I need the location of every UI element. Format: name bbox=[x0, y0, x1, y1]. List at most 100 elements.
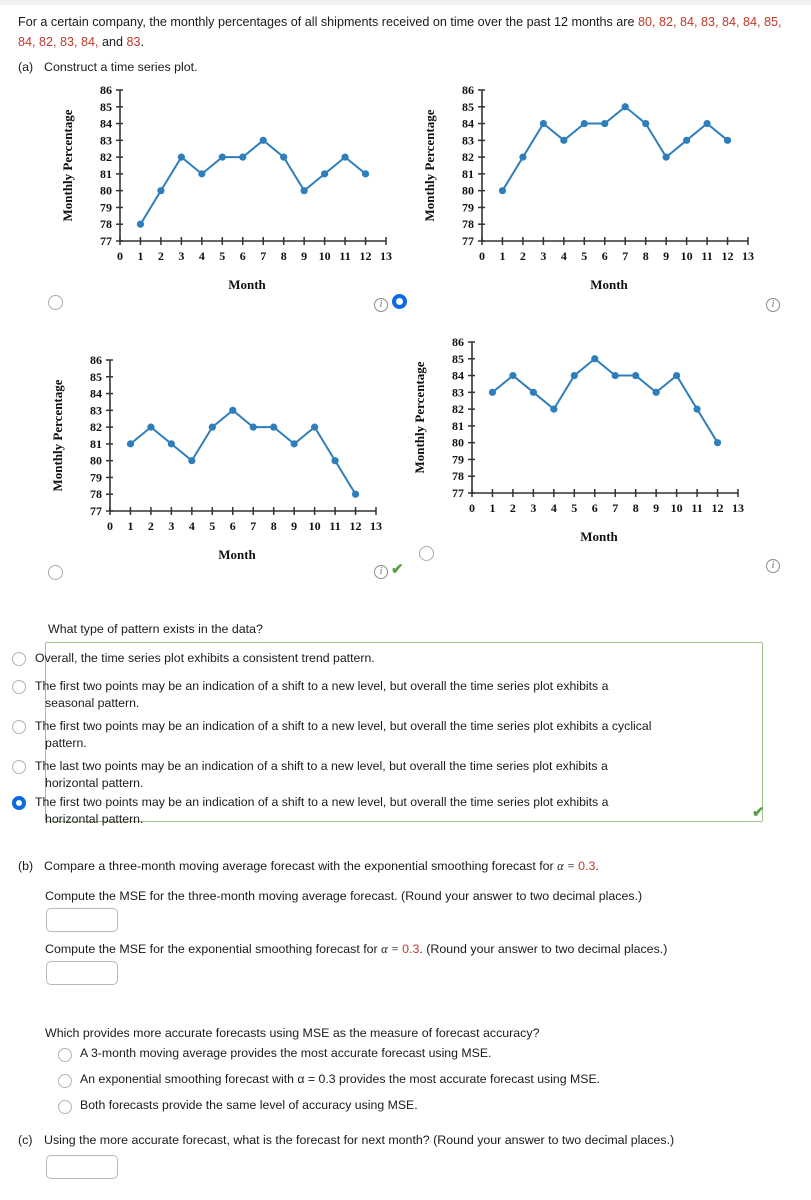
svg-text:83: 83 bbox=[462, 133, 474, 147]
svg-text:85: 85 bbox=[90, 370, 102, 384]
next-month-forecast-input[interactable] bbox=[46, 1155, 118, 1179]
chart-c-radio[interactable] bbox=[48, 565, 63, 580]
svg-text:12: 12 bbox=[712, 501, 724, 515]
pattern-option-2-label-cont: seasonal pattern. bbox=[45, 695, 140, 710]
mse-moving-average-prompt: Compute the MSE for the three-month movi… bbox=[45, 889, 643, 903]
svg-text:11: 11 bbox=[701, 249, 712, 263]
part-c-label: (c) bbox=[18, 1133, 33, 1147]
svg-text:79: 79 bbox=[452, 452, 464, 466]
mse-es-text-2: . (Round your answer to two decimal plac… bbox=[419, 942, 668, 956]
svg-text:86: 86 bbox=[100, 83, 112, 97]
pattern-option-5[interactable]: The first two points may be an indicatio… bbox=[12, 794, 702, 827]
svg-text:9: 9 bbox=[663, 249, 669, 263]
svg-text:78: 78 bbox=[100, 217, 112, 231]
svg-text:9: 9 bbox=[291, 519, 297, 533]
pattern-option-1[interactable]: Overall, the time series plot exhibits a… bbox=[12, 650, 702, 667]
pattern-option-3[interactable]: The first two points may be an indicatio… bbox=[12, 718, 702, 751]
svg-text:77: 77 bbox=[462, 234, 474, 248]
problem-stem: For a certain company, the monthly perce… bbox=[18, 13, 796, 52]
svg-text:77: 77 bbox=[452, 486, 464, 500]
chart-c-info-icon[interactable]: i bbox=[374, 565, 388, 579]
chart-a[interactable]: 86 85 84 83 82 81 80 79 78 77 0 1 2 3 4 5 6 7 8 9 10 11 12 13 Mo… bbox=[58, 78, 392, 292]
svg-text:8: 8 bbox=[271, 519, 277, 533]
svg-text:12: 12 bbox=[350, 519, 362, 533]
svg-text:86: 86 bbox=[452, 335, 464, 349]
accuracy-option-2[interactable]: An exponential smoothing forecast with α… bbox=[58, 1072, 601, 1088]
pattern-option-1-label: Overall, the time series plot exhibits a… bbox=[35, 651, 375, 665]
svg-text:1: 1 bbox=[137, 249, 143, 263]
pattern-option-2[interactable]: The first two points may be an indicatio… bbox=[12, 678, 702, 711]
svg-text:4: 4 bbox=[199, 249, 205, 263]
chart-d-radio[interactable] bbox=[419, 546, 434, 561]
svg-text:78: 78 bbox=[90, 487, 102, 501]
chart-d-info-icon[interactable]: i bbox=[766, 559, 780, 573]
svg-text:Month: Month bbox=[218, 547, 256, 562]
pattern-option-4-radio[interactable] bbox=[12, 760, 26, 774]
accuracy-option-3[interactable]: Both forecasts provide the same level of… bbox=[58, 1098, 418, 1114]
pattern-option-4[interactable]: The last two points may be an indication… bbox=[12, 758, 702, 791]
accuracy-option-2-label: An exponential smoothing forecast with α… bbox=[80, 1072, 601, 1086]
chart-a-info-icon[interactable]: i bbox=[374, 298, 388, 312]
svg-text:7: 7 bbox=[250, 519, 256, 533]
stem-and: and bbox=[98, 34, 127, 49]
svg-text:5: 5 bbox=[571, 501, 577, 515]
chart-c[interactable]: 86 85 84 83 82 81 80 79 78 77 0 1 2 3 4 5 6 7 8 9 10 11 12 13 Mo… bbox=[48, 348, 382, 562]
pattern-option-1-radio[interactable] bbox=[12, 652, 26, 666]
chart-b[interactable]: 86 85 84 83 82 81 80 79 78 77 0 1 2 3 4 5 6 7 8 9 10 11 12 13 Mo… bbox=[420, 78, 754, 292]
chart-d[interactable]: 86 85 84 83 82 81 80 79 78 77 0 1 2 3 4 5 6 7 8 9 10 11 12 13 Mo… bbox=[410, 330, 744, 544]
pattern-option-4-label: The last two points may be an indication… bbox=[35, 758, 702, 791]
svg-text:80: 80 bbox=[100, 184, 112, 198]
svg-text:86: 86 bbox=[90, 353, 102, 367]
svg-text:4: 4 bbox=[551, 501, 557, 515]
part-b-heading: (b) Compare a three-month moving average … bbox=[18, 857, 798, 876]
accuracy-option-2-radio[interactable] bbox=[58, 1074, 72, 1088]
svg-text:5: 5 bbox=[219, 249, 225, 263]
svg-text:8: 8 bbox=[281, 249, 287, 263]
svg-text:6: 6 bbox=[602, 249, 608, 263]
svg-text:84: 84 bbox=[90, 387, 102, 401]
svg-text:6: 6 bbox=[592, 501, 598, 515]
svg-text:3: 3 bbox=[178, 249, 184, 263]
svg-text:7: 7 bbox=[260, 249, 266, 263]
pattern-option-5-label: The first two points may be an indicatio… bbox=[35, 794, 702, 827]
svg-text:10: 10 bbox=[309, 519, 321, 533]
chart-a-radio[interactable] bbox=[48, 295, 63, 310]
svg-text:77: 77 bbox=[100, 234, 112, 248]
accuracy-option-3-radio[interactable] bbox=[58, 1100, 72, 1114]
stem-period: . bbox=[140, 34, 145, 49]
mse-exp-smoothing-input[interactable] bbox=[46, 961, 118, 985]
svg-text:9: 9 bbox=[653, 501, 659, 515]
svg-text:10: 10 bbox=[671, 501, 683, 515]
pattern-option-5-radio[interactable] bbox=[12, 796, 26, 810]
svg-text:0: 0 bbox=[117, 249, 123, 263]
part-c-heading: (c) Using the more accurate forecast, wha… bbox=[18, 1131, 798, 1150]
svg-text:79: 79 bbox=[100, 200, 112, 214]
info-glyph: i bbox=[379, 299, 383, 310]
accuracy-option-1-radio[interactable] bbox=[58, 1048, 72, 1062]
svg-text:1: 1 bbox=[127, 519, 133, 533]
svg-text:0: 0 bbox=[469, 501, 475, 515]
pattern-option-2-radio[interactable] bbox=[12, 680, 26, 694]
accuracy-option-1[interactable]: A 3-month moving average provides the mo… bbox=[58, 1046, 491, 1062]
mse-moving-average-input[interactable] bbox=[46, 908, 118, 932]
svg-text:86: 86 bbox=[462, 83, 474, 97]
svg-text:4: 4 bbox=[189, 519, 195, 533]
chart-b-info-icon[interactable]: i bbox=[766, 298, 780, 312]
svg-text:83: 83 bbox=[100, 133, 112, 147]
svg-text:13: 13 bbox=[742, 249, 754, 263]
svg-text:Month: Month bbox=[590, 277, 628, 292]
accuracy-option-3-label: Both forecasts provide the same level of… bbox=[80, 1098, 418, 1112]
svg-text:13: 13 bbox=[380, 249, 392, 263]
svg-text:81: 81 bbox=[100, 167, 112, 181]
chart-b-radio[interactable] bbox=[392, 294, 407, 309]
svg-text:11: 11 bbox=[329, 519, 340, 533]
svg-text:11: 11 bbox=[339, 249, 350, 263]
svg-text:Monthly Percentage: Monthly Percentage bbox=[60, 109, 75, 221]
part-b-text: Compare a three-month moving average for… bbox=[44, 859, 558, 873]
pattern-option-3-radio[interactable] bbox=[12, 720, 26, 734]
svg-text:0: 0 bbox=[479, 249, 485, 263]
svg-text:79: 79 bbox=[90, 470, 102, 484]
svg-text:Month: Month bbox=[580, 529, 618, 544]
svg-text:8: 8 bbox=[643, 249, 649, 263]
svg-text:77: 77 bbox=[90, 504, 102, 518]
